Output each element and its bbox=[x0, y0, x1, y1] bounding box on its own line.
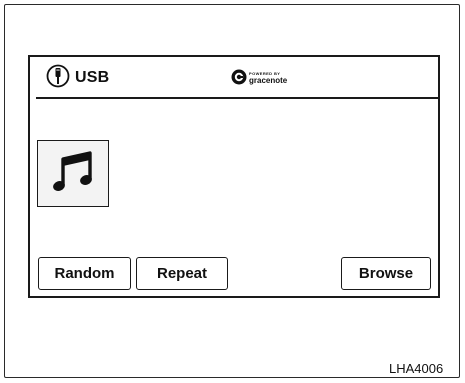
screen-header: USB POWERED BY gracenote bbox=[30, 57, 438, 99]
figure-code: LHA4006 bbox=[389, 361, 444, 376]
music-note-icon bbox=[53, 151, 92, 191]
repeat-button[interactable]: Repeat bbox=[136, 257, 228, 290]
usb-audio-screen: USB POWERED BY gracenote Random Repeat B… bbox=[28, 55, 440, 298]
browse-button[interactable]: Browse bbox=[341, 257, 431, 290]
header-divider bbox=[36, 97, 438, 99]
source-label: USB bbox=[75, 69, 110, 86]
random-button[interactable]: Random bbox=[38, 257, 131, 290]
gracenote-logo-icon bbox=[231, 69, 247, 85]
album-art bbox=[37, 140, 109, 207]
gracenote-brand: gracenote bbox=[249, 76, 288, 85]
usb-plug-icon bbox=[46, 64, 70, 88]
